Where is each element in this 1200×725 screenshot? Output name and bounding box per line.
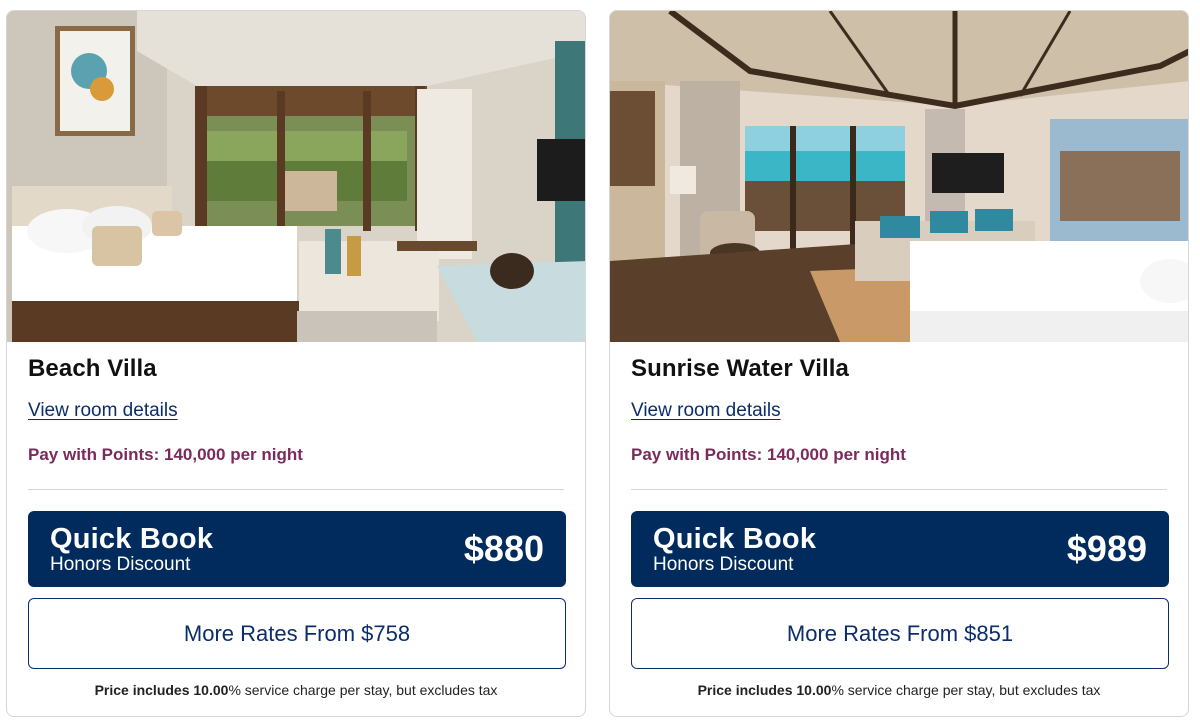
price-disclaimer: Price includes 10.00% service charge per…: [610, 682, 1188, 698]
room-cards-grid: Beach Villa View room details Pay with P…: [0, 0, 1200, 725]
quick-book-button[interactable]: Quick Book Honors Discount $880: [28, 511, 566, 587]
more-rates-button[interactable]: More Rates From $758: [28, 598, 566, 669]
room-photo[interactable]: [7, 11, 585, 342]
divider: [28, 489, 564, 490]
disclaimer-percentage: 10.00: [193, 682, 229, 698]
room-photo[interactable]: [610, 11, 1188, 342]
room-name: Sunrise Water Villa: [631, 355, 849, 382]
disclaimer-bold-prefix: Price includes: [94, 682, 190, 698]
quick-book-title: Quick Book: [653, 523, 817, 555]
divider: [631, 489, 1167, 490]
room-card-beach-villa: Beach Villa View room details Pay with P…: [6, 10, 586, 717]
rate-name: Honors Discount: [653, 554, 794, 575]
disclaimer-bold-prefix: Price includes: [697, 682, 793, 698]
room-card-sunrise-water-villa: Sunrise Water Villa View room details Pa…: [609, 10, 1189, 717]
points-price: Pay with Points: 140,000 per night: [631, 445, 906, 464]
quick-book-price: $880: [463, 528, 544, 569]
disclaimer-text: % service charge per stay, but excludes …: [228, 682, 498, 698]
price-disclaimer: Price includes 10.00% service charge per…: [7, 682, 585, 698]
beach-villa-bedroom-photo: [7, 11, 585, 342]
quick-book-button[interactable]: Quick Book Honors Discount $989: [631, 511, 1169, 587]
rate-name: Honors Discount: [50, 554, 191, 575]
quick-book-title: Quick Book: [50, 523, 214, 555]
water-villa-bedroom-photo: [610, 11, 1188, 342]
disclaimer-percentage: 10.00: [796, 682, 832, 698]
points-price: Pay with Points: 140,000 per night: [28, 445, 303, 464]
disclaimer-text: % service charge per stay, but excludes …: [831, 682, 1101, 698]
room-name: Beach Villa: [28, 355, 157, 382]
quick-book-price: $989: [1066, 528, 1147, 569]
more-rates-button[interactable]: More Rates From $851: [631, 598, 1169, 669]
view-room-details-link[interactable]: View room details: [631, 400, 781, 422]
view-room-details-link[interactable]: View room details: [28, 400, 178, 422]
